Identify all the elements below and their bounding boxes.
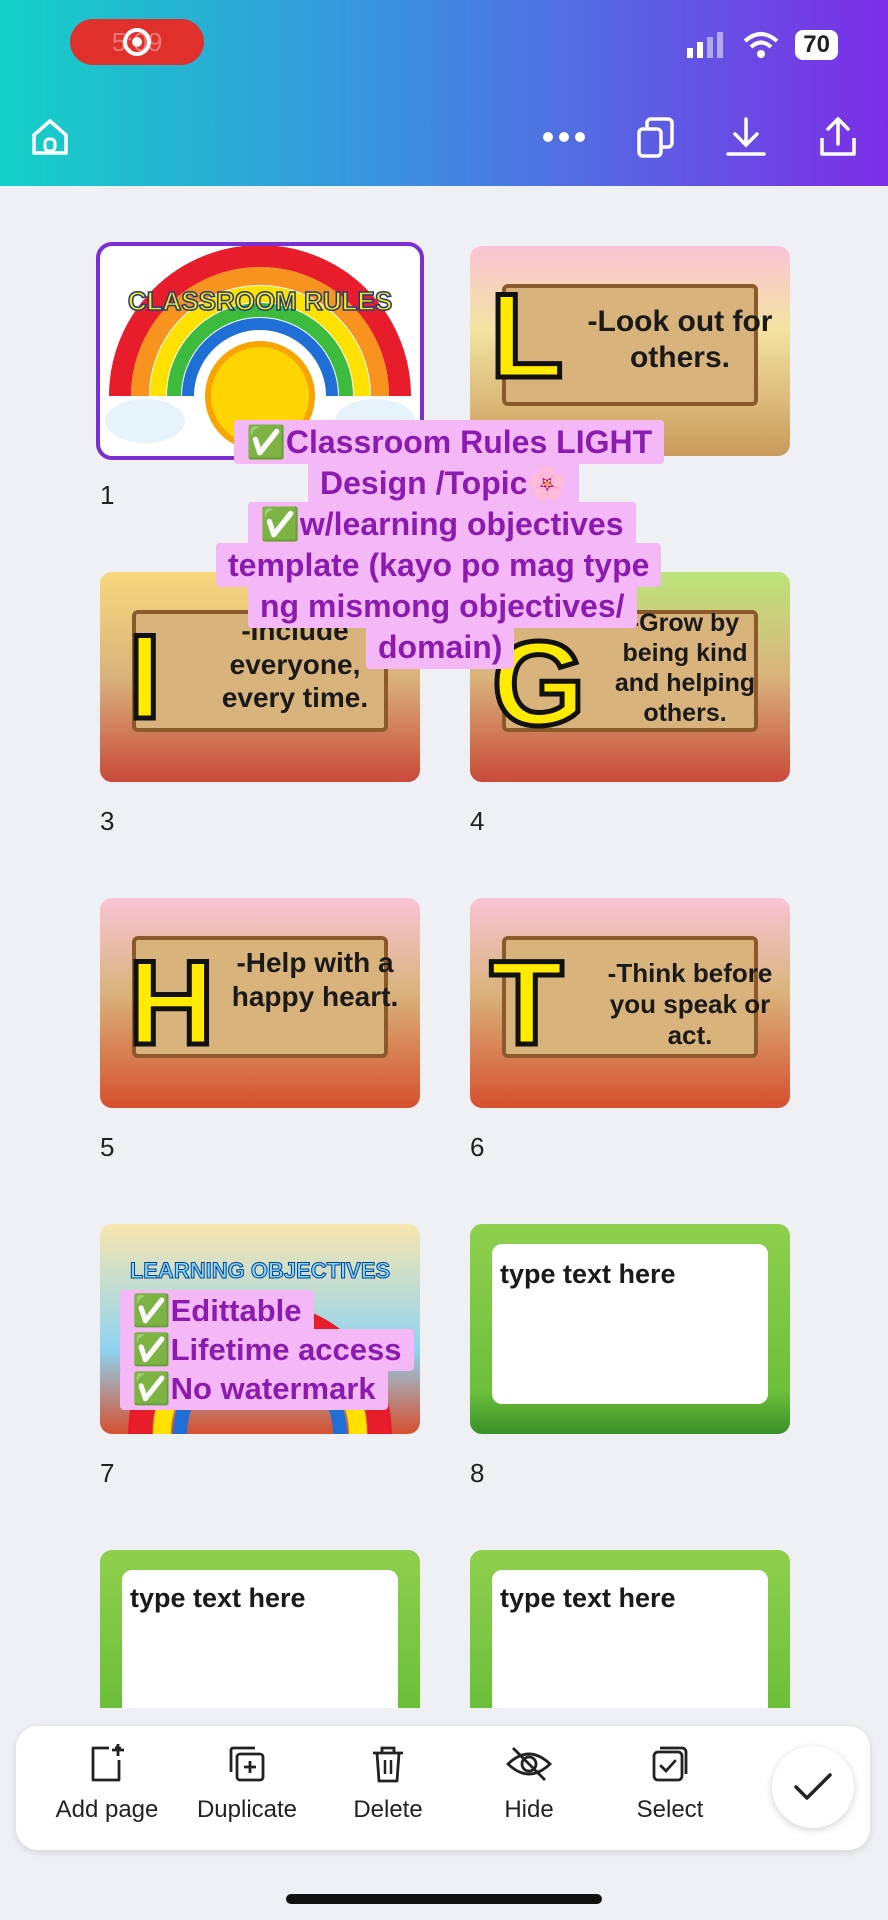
page-number: 5 — [100, 1132, 115, 1162]
caption-line: template (kayo po mag type — [216, 543, 662, 587]
page-7-title: LEARNING OBJECTIVES — [129, 1258, 391, 1284]
page-actions-toolbar: Add page Duplicate Delete Hide Select — [16, 1726, 870, 1850]
home-button[interactable] — [28, 115, 72, 159]
pages-icon — [637, 117, 674, 158]
page-6-text: -Think before you speak or act. — [607, 958, 773, 1051]
share-icon — [820, 116, 856, 156]
caption-line: ✅Lifetime access — [120, 1329, 414, 1371]
big-letter: I — [125, 610, 163, 744]
checkmark-icon — [794, 1773, 832, 1800]
eye-slash-icon — [505, 1747, 553, 1781]
page-1-title: CLASSROOM RULES — [127, 285, 393, 317]
page-thumbnail-8[interactable]: type text here — [470, 1224, 790, 1434]
caption-line: domain) — [366, 625, 515, 669]
page-thumbnail-10[interactable]: type text here — [470, 1550, 790, 1708]
big-letter: L — [487, 269, 565, 403]
caption-line: ✅Classroom Rules LIGHT — [234, 420, 665, 464]
done-button[interactable] — [772, 1746, 854, 1828]
page-9-text: type text here — [130, 1583, 306, 1613]
big-letter: T — [487, 936, 565, 1070]
caption-line: Design /Topic🌸 — [308, 461, 580, 505]
duplicate-button[interactable]: Duplicate — [182, 1744, 312, 1824]
app-header: 5:09 70 — [0, 0, 888, 186]
page-number: 8 — [470, 1458, 485, 1488]
trash-icon — [373, 1746, 403, 1783]
caption-line: ✅w/learning objectives — [248, 502, 636, 546]
page-number: 1 — [100, 480, 115, 510]
page-number: 3 — [100, 806, 115, 836]
download-button[interactable] — [724, 115, 768, 159]
page-thumbnail-5[interactable]: H -Help with a happy heart. — [100, 898, 420, 1108]
status-icons: 70 — [687, 30, 838, 60]
page-number: 7 — [100, 1458, 115, 1488]
hide-label: Hide — [504, 1796, 554, 1823]
signal-icon — [687, 32, 724, 58]
select-icon — [652, 1746, 688, 1782]
caption-line: ✅Edittable — [120, 1290, 314, 1332]
battery-level: 70 — [795, 30, 838, 60]
page-8-text: type text here — [500, 1259, 676, 1289]
page-thumbnail-9[interactable]: type text here — [100, 1550, 420, 1708]
screen-recording-indicator[interactable]: 5:09 — [70, 19, 204, 65]
page-2-text: -Look out for others. — [587, 305, 773, 374]
big-letter: H — [126, 936, 218, 1070]
page-thumbnail-6[interactable]: T -Think before you speak or act. — [470, 898, 790, 1108]
pages-view-button[interactable] — [634, 115, 678, 159]
hide-button[interactable]: Hide — [464, 1744, 594, 1824]
wifi-icon — [743, 32, 779, 58]
delete-label: Delete — [353, 1796, 423, 1823]
add-page-icon — [91, 1744, 124, 1782]
page-number: 4 — [470, 806, 485, 836]
page-10-text: type text here — [500, 1583, 676, 1613]
add-page-button[interactable]: Add page — [42, 1744, 172, 1824]
home-icon — [32, 119, 68, 155]
more-options-button[interactable] — [542, 115, 586, 159]
record-icon — [123, 28, 151, 56]
caption-line: ng mismong objectives/ — [248, 584, 637, 628]
page-number: 6 — [470, 1132, 485, 1162]
duplicate-label: Duplicate — [196, 1796, 298, 1823]
share-button[interactable] — [816, 115, 860, 159]
more-icon — [543, 132, 585, 142]
add-page-label: Add page — [55, 1796, 159, 1823]
page-5-text: -Help with a happy heart. — [231, 947, 399, 1012]
download-icon — [726, 117, 766, 156]
delete-button[interactable]: Delete — [323, 1744, 453, 1824]
select-button[interactable]: Select — [605, 1744, 735, 1824]
home-indicator[interactable] — [286, 1894, 602, 1904]
duplicate-icon — [229, 1746, 265, 1782]
caption-line: ✅No watermark — [120, 1368, 388, 1410]
select-label: Select — [636, 1796, 704, 1823]
